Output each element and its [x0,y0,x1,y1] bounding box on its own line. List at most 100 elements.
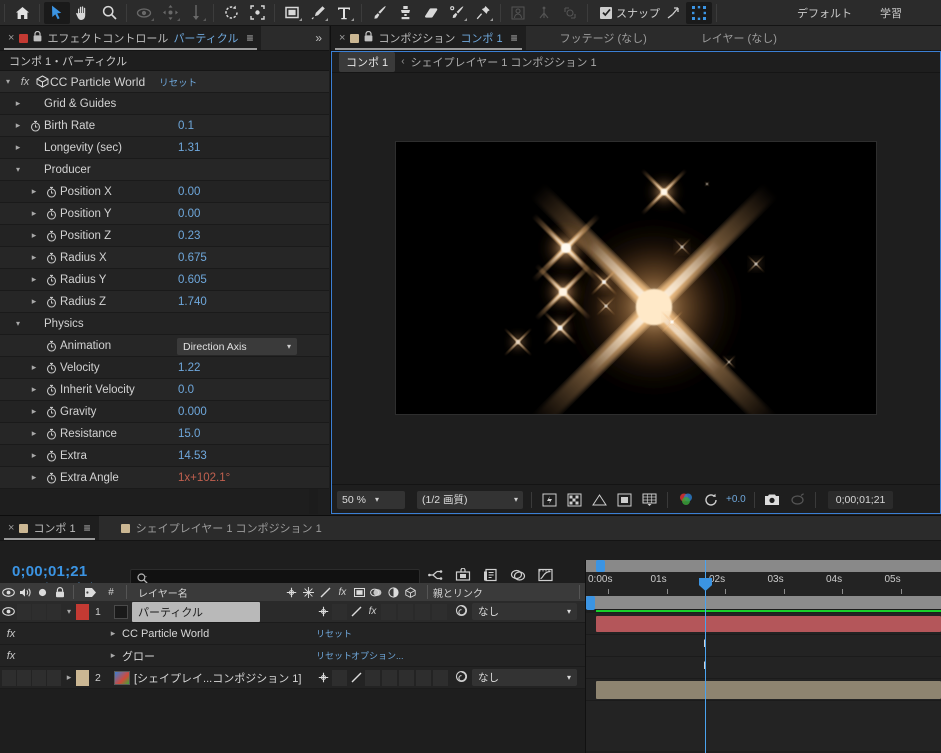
param-value[interactable]: 15.0 [178,428,200,440]
audio-icon[interactable] [17,587,34,598]
orbit-tool-icon[interactable] [131,2,157,24]
snap-arrow-icon[interactable] [660,2,686,24]
current-time-indicator[interactable] [699,560,712,753]
switch-cell[interactable] [433,669,448,686]
stopwatch-icon[interactable] [42,296,60,308]
resolution-select[interactable]: (1/2 画質) ▾ [417,490,523,509]
shy-icon[interactable] [316,670,331,686]
parent-select[interactable]: なし ▾ [472,603,577,620]
pen-tool-icon[interactable] [305,2,331,24]
lock-icon[interactable] [364,30,373,45]
stopwatch-icon[interactable] [42,450,60,462]
param-value[interactable]: 1x+102.1° [178,472,230,484]
chevron-right-icon[interactable]: ▸ [62,673,76,682]
quality-icon[interactable] [349,670,364,686]
transform-box-icon[interactable] [686,1,712,24]
param-value[interactable]: 0.00 [178,208,200,220]
hand-tool-icon[interactable] [70,2,96,24]
panel-menu-icon[interactable]: ≡ [84,521,91,535]
switch-cell[interactable] [432,603,447,620]
chevron-right-icon[interactable]: ▸ [108,628,118,639]
effect-param-row[interactable]: ▸ Velocity 1.22 [0,357,329,379]
switch-cell[interactable] [399,669,414,686]
tab-effect-controls[interactable]: × エフェクトコントロール パーティクル ≡ [0,26,262,50]
mask-view-icon[interactable] [590,491,609,508]
lock-toggle[interactable] [47,669,61,686]
effect-param-row[interactable]: ▸ Radius Z 1.740 [0,291,329,313]
tab-shapelayer-comp[interactable]: シェイプレイヤー 1 コンポジション 1 [99,516,332,540]
chevron-right-icon[interactable]: ▸ [26,209,42,218]
layer-bar-particle[interactable] [596,616,941,632]
home-icon[interactable] [9,2,35,24]
eye-icon[interactable] [0,607,17,616]
effect-param-row[interactable]: ▸ Grid & Guides [0,93,329,115]
switch-cell[interactable] [332,669,347,686]
region-of-interest-icon[interactable] [540,491,559,508]
panel-overflow-icon[interactable]: » [308,26,329,50]
close-icon[interactable]: × [339,32,345,44]
eye-toggle[interactable] [2,669,16,686]
quality-icon[interactable] [318,584,333,600]
chevron-down-icon[interactable]: ▾ [62,607,76,616]
empty-band[interactable] [586,701,941,751]
puppet-pin-tool-icon[interactable] [470,2,496,24]
anchor-point-tool-icon[interactable] [244,2,270,24]
effect-param-row[interactable]: ▸ Resistance 15.0 [0,423,329,445]
time-ruler[interactable]: 0:00s 01s 02s 03s 04s 05s [586,572,941,596]
puppet-overlap-icon[interactable] [557,2,583,24]
switch-cell[interactable] [382,669,397,686]
chevron-down-icon[interactable]: ▾ [10,165,26,174]
param-value[interactable]: 0.1 [178,120,194,132]
type-tool-icon[interactable] [331,2,357,24]
tab-comp1[interactable]: × コンポ 1 ≡ [0,516,99,540]
effect-param-row[interactable]: ▸ Inherit Velocity 0.0 [0,379,329,401]
quality-icon[interactable] [349,604,364,620]
breadcrumb-caret-icon[interactable]: ‹ [401,56,404,67]
breadcrumb-path[interactable]: シェイプレイヤー 1 コンポジション 1 [411,54,597,70]
stopwatch-icon[interactable] [42,428,60,440]
work-area-bar[interactable] [586,560,941,572]
current-time-display[interactable]: 0;00;01;21 [12,563,87,580]
lock-toggle[interactable] [47,603,61,620]
snap-toggle[interactable]: スナップ [600,5,660,21]
motion-blur-icon[interactable] [369,584,384,600]
param-value[interactable]: 0.605 [178,274,207,286]
switch-cell[interactable] [365,669,380,686]
chevron-right-icon[interactable]: ▸ [26,187,42,196]
lock-icon[interactable] [33,30,42,45]
effect-reset-link[interactable]: リセット [316,627,352,640]
chevron-right-icon[interactable]: ▸ [108,650,118,661]
breadcrumb-active[interactable]: コンポ 1 [339,51,396,72]
effect-name[interactable]: グロー [122,648,155,664]
shape-tool-icon[interactable] [279,2,305,24]
workspace-default[interactable]: デフォルト [783,5,866,21]
param-dropdown[interactable]: Direction Axis ▾ [177,338,297,355]
effect-reset-link[interactable]: リセット [316,649,352,662]
effect-row[interactable]: fx ▸ グロー リセット オプション... [0,645,585,667]
effect-param-row[interactable]: ▸ Birth Rate 0.1 [0,115,329,137]
stopwatch-icon[interactable] [42,252,60,264]
effect-row[interactable]: fx ▸ CC Particle World リセット [0,623,585,645]
chevron-down-icon[interactable]: ▾ [0,77,16,86]
search-field[interactable] [152,572,402,584]
switch-cell[interactable] [415,603,430,620]
zoom-level-select[interactable]: 50 % ▾ [337,490,405,509]
tab-layer[interactable]: レイヤー (なし) [657,26,787,50]
3d-layer-icon[interactable] [403,584,418,600]
stopwatch-icon[interactable] [42,384,60,396]
effect-name[interactable]: CC Particle World [122,628,209,640]
work-area-band[interactable] [586,596,941,610]
composition-timecode[interactable]: 0;00;01;21 [827,490,894,509]
effect-param-row[interactable]: ▸ Radius X 0.675 [0,247,329,269]
panel-menu-icon[interactable]: ≡ [511,31,518,45]
panel-menu-icon[interactable]: ≡ [246,31,253,45]
chevron-right-icon[interactable]: ▸ [26,429,42,438]
transparency-grid-icon[interactable] [565,491,584,508]
stopwatch-icon[interactable] [42,472,60,484]
chevron-right-icon[interactable]: ▸ [26,297,42,306]
dolly-tool-icon[interactable] [183,2,209,24]
switch-cell[interactable] [416,669,431,686]
work-area-handle[interactable] [586,596,595,610]
chevron-right-icon[interactable]: ▸ [26,231,42,240]
layer-name[interactable]: パーティクル [132,601,260,622]
